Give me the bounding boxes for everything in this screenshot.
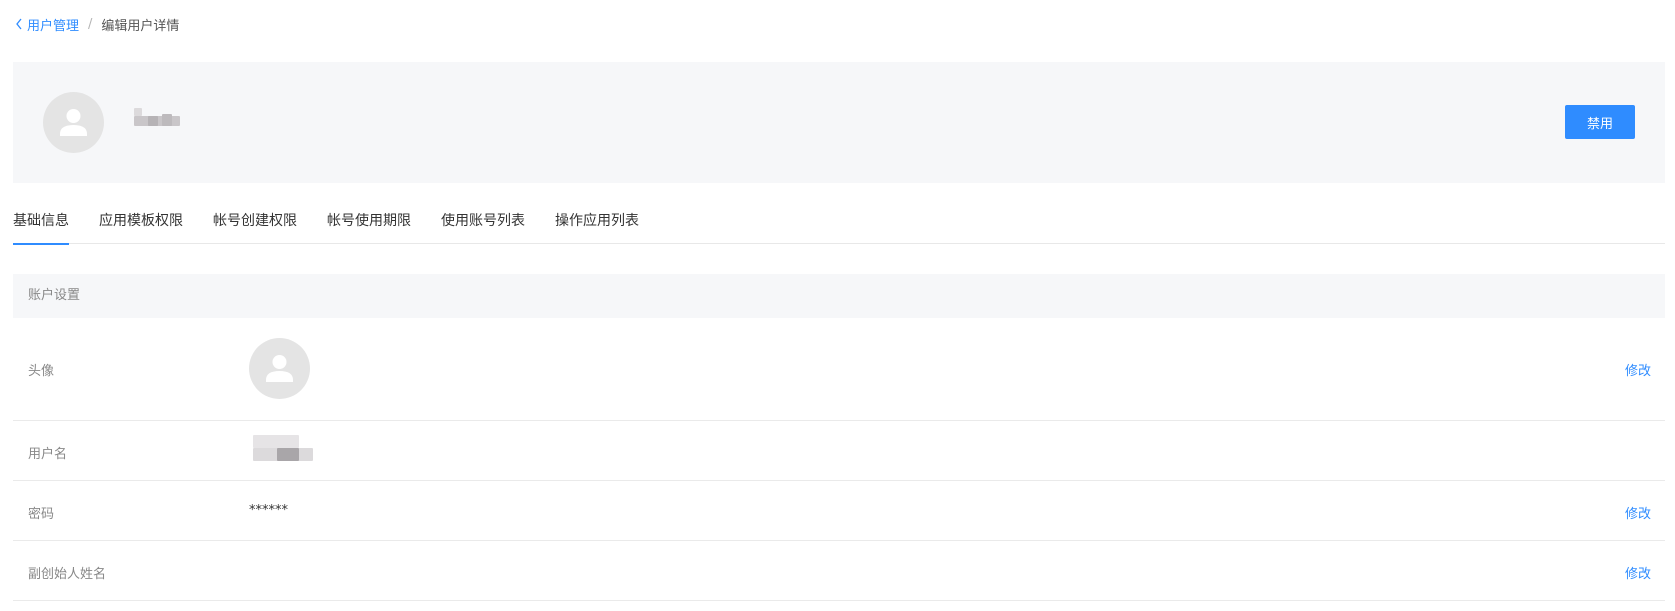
- username-row: 用户名: [13, 421, 1665, 481]
- password-row: 密码 ****** 修改: [13, 481, 1665, 541]
- username-redacted: [134, 102, 186, 126]
- breadcrumb: 用户管理 / 编辑用户详情: [14, 15, 180, 34]
- edit-cofounder-name-link[interactable]: 修改: [1625, 563, 1651, 582]
- tab-account-creation-permission[interactable]: 帐号创建权限: [213, 204, 297, 244]
- edit-password-link[interactable]: 修改: [1625, 503, 1651, 522]
- breadcrumb-current: 编辑用户详情: [101, 18, 180, 34]
- avatar-label: 头像: [28, 364, 55, 379]
- password-label: 密码: [28, 507, 55, 522]
- section-title-account-settings: 账户设置: [13, 274, 1665, 318]
- disable-button[interactable]: 禁用: [1565, 105, 1635, 139]
- tab-app-template-permission[interactable]: 应用模板权限: [99, 204, 183, 244]
- tab-bar: 基础信息 应用模板权限 帐号创建权限 帐号使用期限 使用账号列表 操作应用列表: [13, 204, 1665, 245]
- tab-used-account-list[interactable]: 使用账号列表: [441, 204, 525, 244]
- tab-account-usage-period[interactable]: 帐号使用期限: [327, 204, 411, 244]
- avatar: [43, 92, 104, 153]
- edit-avatar-link[interactable]: 修改: [1625, 360, 1651, 379]
- chevron-left-icon: [16, 18, 22, 30]
- avatar: [249, 338, 310, 399]
- user-avatar-icon: [60, 109, 87, 136]
- breadcrumb-back-label[interactable]: 用户管理: [27, 15, 79, 34]
- username-label: 用户名: [28, 447, 68, 462]
- password-value: ******: [249, 503, 288, 518]
- cofounder-name-label: 副创始人姓名: [28, 567, 107, 582]
- tab-operation-app-list[interactable]: 操作应用列表: [555, 204, 639, 244]
- cofounder-name-row: 副创始人姓名 修改: [13, 541, 1665, 601]
- breadcrumb-back-link[interactable]: 用户管理: [14, 15, 79, 34]
- username-value-redacted: [253, 435, 313, 461]
- breadcrumb-separator: /: [88, 16, 93, 32]
- user-header-card: 禁用: [13, 62, 1665, 183]
- user-avatar-icon: [266, 355, 293, 382]
- tab-basic-info[interactable]: 基础信息: [13, 204, 69, 245]
